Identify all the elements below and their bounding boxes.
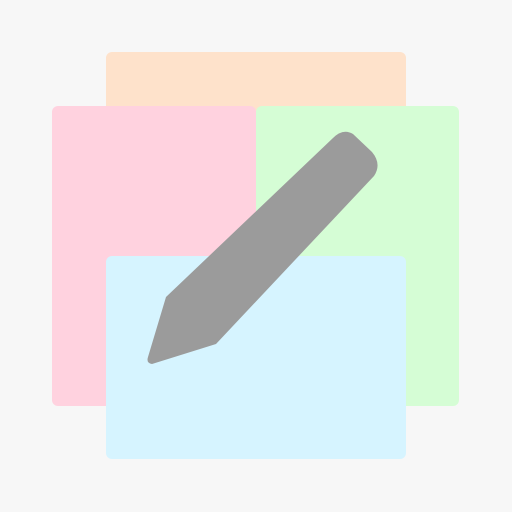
app-icon	[0, 0, 512, 512]
pencil-shape	[147, 131, 378, 364]
pencil-icon	[147, 131, 378, 364]
